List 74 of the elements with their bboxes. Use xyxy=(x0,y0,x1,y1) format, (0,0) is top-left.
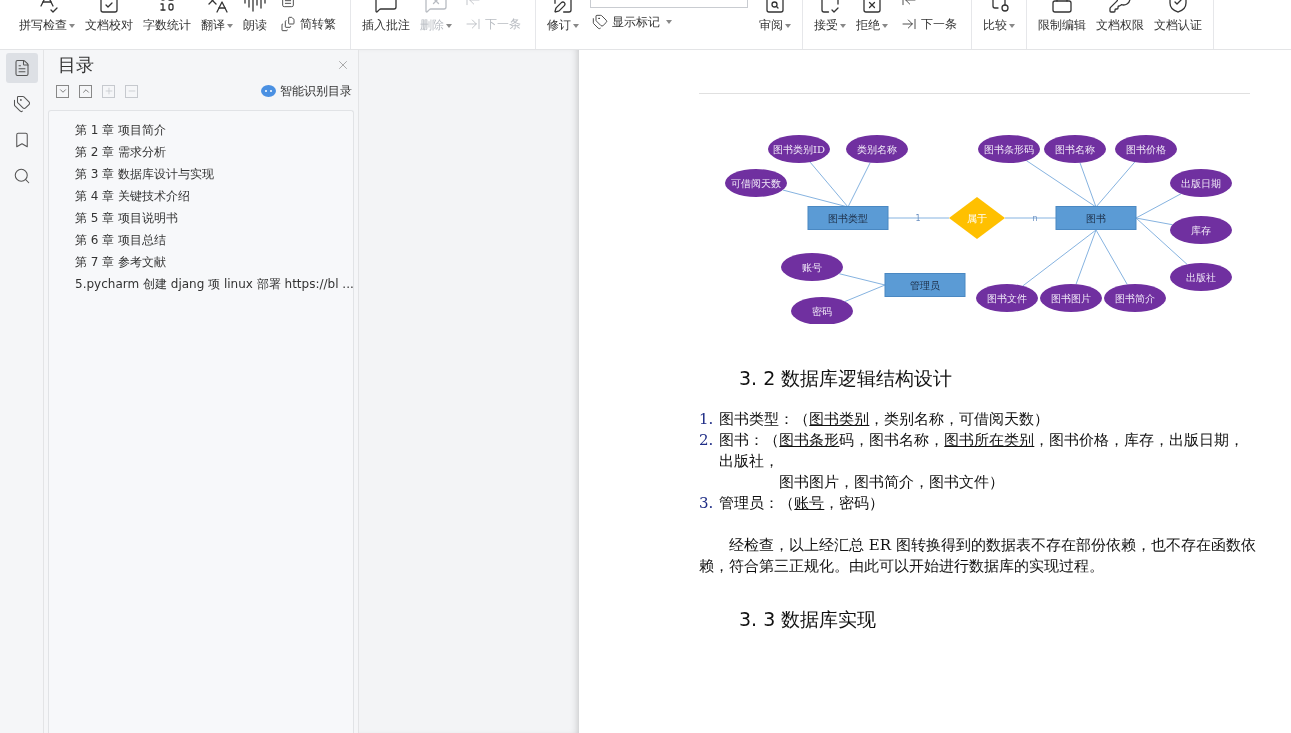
toolbar-button[interactable]: 文档认证 xyxy=(1149,0,1207,34)
toc-item[interactable]: 5.pycharm 创建 djang 项 linux 部署 https://bl ... xyxy=(75,273,353,295)
section-heading: 3. 2 数据库逻辑结构设计 xyxy=(738,366,954,391)
expand-button[interactable] xyxy=(56,84,69,98)
chevron-up-icon xyxy=(80,86,91,96)
connector-line xyxy=(887,217,950,219)
chevron-down-icon xyxy=(57,86,68,96)
list-text: 图书：（图书条形码，图书名称，图书所在类别，图书价格，库存，出版日期，出版社， xyxy=(719,430,1246,472)
attribute-ellipse: 图书图片 xyxy=(1040,284,1102,312)
list-number: 2. xyxy=(699,430,714,451)
attribute-ellipse: 图书名称 xyxy=(1044,135,1106,163)
attribute-ellipse: 图书类别ID xyxy=(768,135,830,163)
toolbar-icon xyxy=(465,16,481,32)
toolbar-icon xyxy=(280,16,296,32)
toolbar-icon xyxy=(592,14,608,30)
toolbar-button[interactable]: 字数统计 xyxy=(138,0,196,34)
toc-item[interactable]: 第 7 章 参考文献 xyxy=(75,251,353,273)
toc-item[interactable]: 第 1 章 项目简介 xyxy=(75,119,353,141)
attribute-ellipse: 图书条形码 xyxy=(978,135,1040,163)
side-tab-icon xyxy=(12,59,31,77)
toolbar-button[interactable]: 朗读 xyxy=(238,0,272,34)
connector-line xyxy=(1004,217,1057,219)
attribute-ellipse: 可借阅天数 xyxy=(725,169,787,197)
toolbar-button[interactable]: 修订 xyxy=(542,0,584,34)
attribute-ellipse: 出版日期 xyxy=(1170,169,1232,197)
plus-icon xyxy=(103,86,114,96)
section-heading: 3. 3 数据库实现 xyxy=(738,607,878,632)
toolbar-button[interactable]: 文档校对 xyxy=(80,0,138,34)
toc-item[interactable]: 第 6 章 项目总结 xyxy=(75,229,353,251)
entity-box: 图书 xyxy=(1055,206,1137,230)
attribute-ellipse: 账号 xyxy=(781,253,843,281)
toolbar-button[interactable]: 简转繁 xyxy=(278,14,338,34)
toc-item[interactable]: 第 5 章 项目说明书 xyxy=(75,207,353,229)
toolbar-icon xyxy=(901,16,917,32)
body-paragraph: 经检查，以上经汇总 ER 图转换得到的数据表不存在部份依赖，也不存在函数依赖，符合第三正规化。由此可以开始进行数据库的实现过程。 xyxy=(699,535,1257,577)
toolbar-button[interactable]: 拼写检查 xyxy=(14,0,80,34)
toc-item[interactable]: 第 2 章 需求分析 xyxy=(75,141,353,163)
attribute-ellipse: 图书文件 xyxy=(976,284,1038,312)
cardinality-label: 1 xyxy=(915,214,921,223)
toc-item[interactable]: 第 3 章 数据库设计与实现 xyxy=(75,163,353,185)
toolbar-button[interactable]: 拒绝 xyxy=(851,0,893,34)
list-text: 图书类型：（图书类别，类别名称，可借阅天数） xyxy=(719,409,1051,430)
list-text: 图书图片，图书简介，图书文件） xyxy=(778,472,1005,493)
caret-icon xyxy=(666,20,672,24)
close-button[interactable] xyxy=(336,58,350,72)
list-number: 1. xyxy=(699,409,714,430)
toolbar-button[interactable]: 下一条 xyxy=(899,14,959,34)
attribute-ellipse: 库存 xyxy=(1170,216,1232,244)
cloud-icon xyxy=(261,85,276,97)
cardinality-label: n xyxy=(1032,214,1038,223)
toolbar-button[interactable]: 文档权限 xyxy=(1091,0,1149,34)
list-number: 3. xyxy=(699,493,714,514)
toolbar-button[interactable]: 显示标记 xyxy=(590,12,748,32)
toolbar-button[interactable]: 限制编辑 xyxy=(1033,0,1091,34)
attribute-ellipse: 类别名称 xyxy=(846,135,908,163)
panel-title: 目录 xyxy=(58,53,94,77)
toolbar-button[interactable]: 接受 xyxy=(809,0,851,34)
attribute-ellipse: 出版社 xyxy=(1170,263,1232,291)
toolbar-button[interactable]: 比较 xyxy=(978,0,1020,34)
toolbar-button[interactable]: 插入批注 xyxy=(357,0,415,34)
side-tab-icon xyxy=(12,167,31,185)
toc-item[interactable]: 第 4 章 关键技术介绍 xyxy=(75,185,353,207)
relationship-diamond: 属于 xyxy=(949,197,1005,239)
attribute-ellipse: 图书简介 xyxy=(1104,284,1166,312)
entity-box: 管理员 xyxy=(884,273,966,297)
smart-toc-button[interactable]: 智能识别目录 xyxy=(261,82,352,100)
attribute-ellipse: 图书价格 xyxy=(1115,135,1177,163)
collapse-button[interactable] xyxy=(79,84,92,98)
toolbar-button[interactable]: 翻译 xyxy=(196,0,238,34)
side-tab[interactable] xyxy=(5,53,38,83)
toolbar-button[interactable]: 审阅 xyxy=(754,0,796,34)
entity-box: 图书类型 xyxy=(807,206,889,230)
side-tab-icon xyxy=(12,95,31,113)
list-text: 管理员：（账号，密码） xyxy=(719,493,886,514)
